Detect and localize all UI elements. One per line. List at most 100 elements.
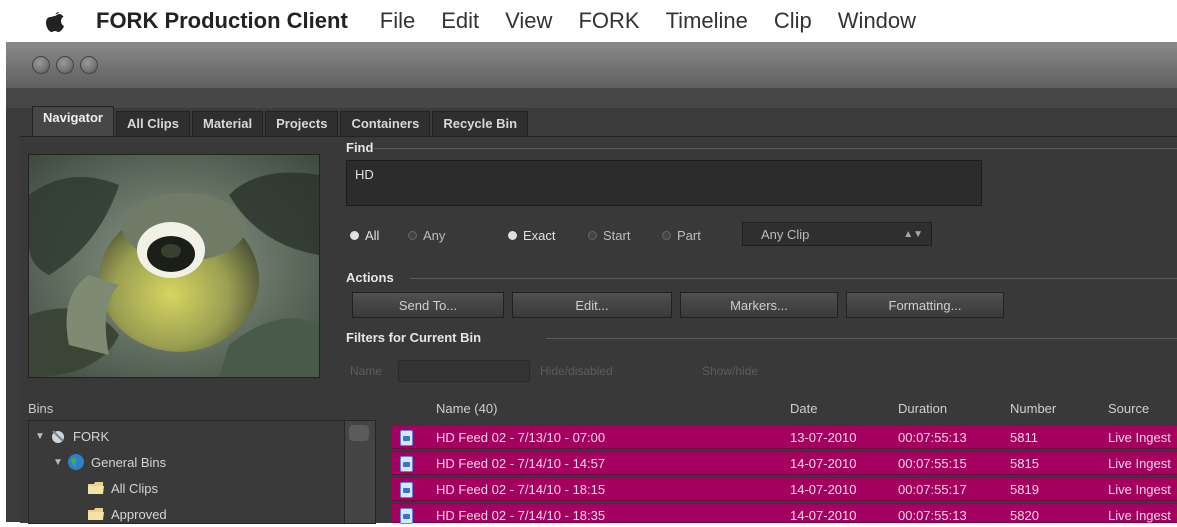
clip-list-header: Name (40) Date Duration Number Source bbox=[388, 398, 1177, 420]
window-titlebar[interactable] bbox=[6, 42, 1177, 89]
clip-name: HD Feed 02 - 7/14/10 - 14:57 bbox=[436, 456, 606, 471]
bin-label: FORK bbox=[73, 428, 110, 444]
column-duration[interactable]: Duration bbox=[898, 401, 947, 416]
tab-containers[interactable]: Containers bbox=[340, 111, 431, 136]
tab-material[interactable]: Material bbox=[191, 111, 264, 136]
clip-number: 5819 bbox=[1010, 482, 1039, 497]
tab-all-clips[interactable]: All Clips bbox=[115, 111, 190, 136]
clip-type-select[interactable]: Any Clip ▲▼ bbox=[742, 222, 932, 246]
bin-label: All Clips bbox=[111, 480, 158, 496]
clip-number: 5815 bbox=[1010, 456, 1039, 471]
match-part-label: Part bbox=[677, 228, 701, 243]
bins-tree[interactable]: ▼ FORK ▼ General Bins All Clips Approved bbox=[28, 420, 346, 524]
clip-source: Live Ingest bbox=[1108, 456, 1171, 471]
menu-bar: FORK Production Client File Edit View FO… bbox=[0, 0, 1177, 42]
clip-row[interactable]: HD Feed 02 - 7/14/10 - 14:57 14-07-2010 … bbox=[392, 452, 1177, 475]
clip-date: 13-07-2010 bbox=[790, 430, 857, 445]
radio-dot bbox=[508, 231, 517, 240]
radio-dot bbox=[662, 231, 671, 240]
bins-header: Bins bbox=[28, 401, 54, 416]
dropdown-arrow-icon: ▲▼ bbox=[903, 229, 923, 240]
bin-approved[interactable]: Approved bbox=[87, 501, 167, 527]
filters-label: Filters for Current Bin bbox=[346, 330, 482, 345]
clip-date: 14-07-2010 bbox=[790, 482, 857, 497]
column-date[interactable]: Date bbox=[790, 401, 817, 416]
clip-duration: 00:07:55:17 bbox=[898, 482, 967, 497]
edit-button[interactable]: Edit... bbox=[512, 292, 672, 318]
send-to-button[interactable]: Send To... bbox=[352, 292, 504, 318]
filter-name-label: Name bbox=[350, 364, 383, 378]
clip-duration: 00:07:55:13 bbox=[898, 508, 967, 523]
clip-file-icon bbox=[400, 482, 413, 498]
globe-icon bbox=[67, 453, 85, 471]
apple-menu-icon[interactable] bbox=[42, 9, 68, 33]
clip-thumbnail bbox=[28, 154, 320, 378]
clip-source: Live Ingest bbox=[1108, 430, 1171, 445]
actions-divider bbox=[410, 278, 1177, 279]
clip-row[interactable]: HD Feed 02 - 7/13/10 - 07:00 13-07-2010 … bbox=[392, 426, 1177, 449]
clip-name: HD Feed 02 - 7/14/10 - 18:15 bbox=[436, 482, 606, 497]
menu-window[interactable]: Window bbox=[838, 8, 916, 34]
folder-icon bbox=[87, 505, 105, 523]
match-exact-radio[interactable]: Exact bbox=[508, 228, 556, 243]
clip-row[interactable]: HD Feed 02 - 7/14/10 - 18:35 14-07-2010 … bbox=[392, 504, 1177, 524]
toolbar-area bbox=[6, 88, 1177, 108]
clip-file-icon bbox=[400, 430, 413, 446]
column-number[interactable]: Number bbox=[1010, 401, 1056, 416]
radio-dot bbox=[588, 231, 597, 240]
clip-date: 14-07-2010 bbox=[790, 508, 857, 523]
tab-recycle-bin[interactable]: Recycle Bin bbox=[432, 111, 529, 136]
bins-scrollbar[interactable] bbox=[344, 420, 376, 524]
menu-timeline[interactable]: Timeline bbox=[666, 8, 748, 34]
zoom-window-button[interactable] bbox=[80, 56, 98, 74]
filter-option-1: Hide/disabled bbox=[540, 364, 613, 378]
clip-duration: 00:07:55:15 bbox=[898, 456, 967, 471]
match-any-label: Any bbox=[423, 228, 446, 243]
column-source[interactable]: Source bbox=[1108, 401, 1149, 416]
formatting-button[interactable]: Formatting... bbox=[846, 292, 1004, 318]
match-all-radio[interactable]: All bbox=[350, 228, 379, 243]
tab-navigator[interactable]: Navigator bbox=[32, 106, 114, 137]
filter-option-2: Show/hide bbox=[702, 364, 759, 378]
clip-name: HD Feed 02 - 7/14/10 - 18:35 bbox=[436, 508, 606, 523]
clip-number: 5811 bbox=[1010, 430, 1038, 445]
find-label: Find bbox=[346, 140, 374, 155]
minimize-window-button[interactable] bbox=[56, 56, 74, 74]
match-any-radio[interactable]: Any bbox=[408, 228, 445, 243]
bin-label: General Bins bbox=[91, 454, 167, 470]
find-divider bbox=[374, 148, 1177, 149]
close-window-button[interactable] bbox=[32, 56, 50, 74]
menu-fork[interactable]: FORK bbox=[578, 8, 639, 34]
radio-dot bbox=[408, 231, 417, 240]
clip-name: HD Feed 02 - 7/13/10 - 07:00 bbox=[436, 430, 606, 445]
actions-label: Actions bbox=[346, 270, 394, 285]
radio-dot bbox=[350, 231, 359, 240]
bin-general-bins[interactable]: ▼ General Bins bbox=[53, 449, 166, 475]
scrollbar-thumb[interactable] bbox=[349, 425, 369, 441]
menu-file[interactable]: File bbox=[380, 8, 415, 34]
bin-all-clips[interactable]: All Clips bbox=[87, 475, 158, 501]
menu-edit[interactable]: Edit bbox=[441, 8, 479, 34]
clip-duration: 00:07:55:13 bbox=[898, 430, 967, 445]
disclosure-triangle-icon[interactable]: ▼ bbox=[35, 431, 49, 442]
clip-row[interactable]: HD Feed 02 - 7/14/10 - 18:15 14-07-2010 … bbox=[392, 478, 1177, 501]
bin-fork[interactable]: ▼ FORK bbox=[35, 423, 109, 449]
clip-type-value: Any Clip bbox=[761, 227, 810, 242]
filters-divider bbox=[546, 338, 1177, 339]
folder-icon bbox=[87, 479, 105, 497]
app-menu[interactable]: FORK Production Client bbox=[96, 8, 348, 34]
disclosure-triangle-icon[interactable]: ▼ bbox=[53, 457, 67, 468]
find-input[interactable]: HD bbox=[346, 160, 982, 206]
clip-number: 5820 bbox=[1010, 508, 1039, 523]
menu-view[interactable]: View bbox=[505, 8, 552, 34]
column-name[interactable]: Name (40) bbox=[436, 401, 497, 416]
tab-projects[interactable]: Projects bbox=[265, 111, 339, 136]
clip-file-icon bbox=[400, 456, 413, 472]
clip-date: 14-07-2010 bbox=[790, 456, 857, 471]
match-part-radio[interactable]: Part bbox=[662, 228, 701, 243]
clip-source: Live Ingest bbox=[1108, 482, 1171, 497]
match-start-radio[interactable]: Start bbox=[588, 228, 630, 243]
markers-button[interactable]: Markers... bbox=[680, 292, 838, 318]
match-start-label: Start bbox=[603, 228, 631, 243]
menu-clip[interactable]: Clip bbox=[774, 8, 812, 34]
